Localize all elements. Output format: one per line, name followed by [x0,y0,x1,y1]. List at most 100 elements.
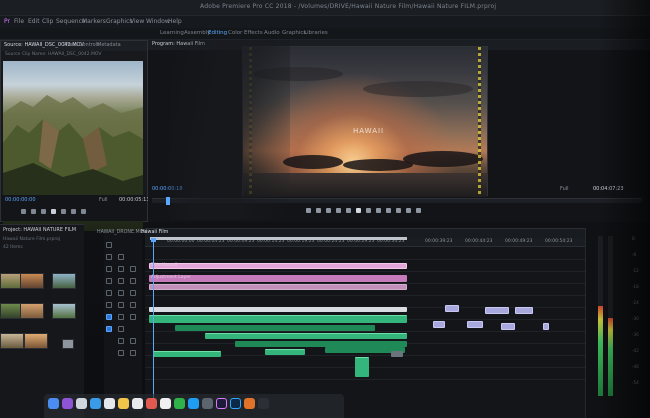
step-back-icon[interactable] [346,208,351,213]
nested-clip[interactable] [515,307,533,314]
eye-icon[interactable] [130,266,136,272]
menu-clip[interactable]: Clip [42,18,53,25]
program-fit-dropdown[interactable]: Full [560,186,569,192]
tab-sequence-drone[interactable]: HAWAII_DRONE.MOV [97,230,147,235]
razor-tool-icon[interactable] [106,278,112,284]
nested-clip[interactable] [543,323,549,330]
eye-icon[interactable] [130,290,136,296]
overwrite-icon[interactable] [81,209,86,214]
menu-markers[interactable]: Markers [82,18,106,25]
step-back-icon[interactable] [41,209,46,214]
export-frame-icon[interactable] [406,208,411,213]
overlay-clip[interactable] [149,284,407,290]
button-editor-icon[interactable] [416,208,421,213]
mute-track-icon[interactable] [118,338,124,344]
premiere-pro-icon[interactable] [216,398,227,409]
wrench-icon[interactable] [118,290,124,296]
video-clip[interactable] [149,315,407,323]
nested-clip[interactable] [433,321,445,328]
clip-thumbnail[interactable] [62,339,74,349]
workspace-effects[interactable]: Effects [244,30,263,36]
nested-clip[interactable] [501,323,515,330]
menu-graphics[interactable]: Graphics [106,18,133,25]
tab-effect-controls[interactable]: Effect Controls [63,42,100,48]
vlc-icon[interactable] [244,398,255,409]
menu-view[interactable]: View [130,18,144,25]
workspace-audio[interactable]: Audio [264,30,280,36]
mark-in-icon[interactable] [21,209,26,214]
microphone-icon[interactable] [130,338,136,344]
nested-clip[interactable] [445,305,459,312]
ripple-edit-tool-icon[interactable] [106,266,112,272]
mail-icon[interactable] [104,398,115,409]
go-to-in-icon[interactable] [336,208,341,213]
clip-thumbnail[interactable] [20,273,44,289]
clip-thumbnail[interactable] [52,273,76,289]
app-store-icon[interactable] [188,398,199,409]
nested-clip[interactable] [485,307,509,314]
play-icon[interactable] [51,209,56,214]
audio-clip[interactable] [355,357,369,377]
clip-thumbnail[interactable] [52,303,76,319]
launchpad-icon[interactable] [76,398,87,409]
menu-file[interactable]: File [14,18,24,25]
go-to-out-icon[interactable] [376,208,381,213]
preferences-icon[interactable] [202,398,213,409]
tab-sequence-hawaii[interactable]: Hawaii Film [141,230,168,235]
photos-icon[interactable] [160,398,171,409]
menu-app-logo[interactable]: Pr [4,18,10,25]
clip-thumbnail[interactable] [0,333,24,349]
menu-help[interactable]: Help [168,18,182,25]
notes-icon[interactable] [118,398,129,409]
workspace-libraries[interactable]: Libraries [304,30,328,36]
menu-window[interactable]: Window [146,18,170,25]
workspace-color[interactable]: Color [228,30,242,36]
siri-icon[interactable] [62,398,73,409]
type-tool-icon[interactable] [106,326,112,332]
finder-icon[interactable] [48,398,59,409]
safari-icon[interactable] [90,398,101,409]
workspace-assembly[interactable]: Assembly [184,30,211,36]
add-marker-icon[interactable] [306,208,311,213]
mark-in-icon[interactable] [316,208,321,213]
mark-out-icon[interactable] [31,209,36,214]
tab-project[interactable]: Project: HAWAII NATURE FILM [3,227,76,233]
workspace-editing[interactable]: Editing [208,30,227,36]
title-clip[interactable] [149,263,407,269]
linked-selection-icon[interactable] [118,266,124,272]
lock-track-icon[interactable] [118,326,124,332]
source-fit-dropdown[interactable]: Full [99,197,108,203]
clip-thumbnail[interactable] [24,333,48,349]
clip-thumbnail[interactable] [20,303,44,319]
video-clip[interactable] [149,307,407,312]
eye-icon[interactable] [130,302,136,308]
lift-icon[interactable] [386,208,391,213]
pen-tool-icon[interactable] [106,302,112,308]
eye-icon[interactable] [130,314,136,320]
workspace-graphics[interactable]: Graphics [282,30,306,36]
lock-track-icon[interactable] [118,302,124,308]
photoshop-icon[interactable] [230,398,241,409]
step-forward-icon[interactable] [366,208,371,213]
track-select-tool-icon[interactable] [106,254,112,260]
microphone-icon[interactable] [130,350,136,356]
add-marker-icon[interactable] [118,278,124,284]
lock-track-icon[interactable] [118,314,124,320]
menu-edit[interactable]: Edit [28,18,40,25]
hand-tool-icon[interactable] [106,314,112,320]
snap-icon[interactable] [118,254,124,260]
play-icon[interactable] [356,208,361,213]
audio-clip[interactable] [153,351,221,357]
solo-track-icon[interactable] [118,350,124,356]
video-clip[interactable] [175,325,375,331]
calendar-icon[interactable] [132,398,143,409]
slip-tool-icon[interactable] [106,290,112,296]
work-area-bar[interactable] [150,237,407,240]
source-timecode-in[interactable]: 00:00:00:00 [5,197,36,203]
step-forward-icon[interactable] [61,209,66,214]
selection-tool-icon[interactable] [106,242,112,248]
video-clip[interactable] [205,333,407,339]
trash-icon[interactable] [258,398,269,409]
mark-out-icon[interactable] [326,208,331,213]
extract-icon[interactable] [396,208,401,213]
